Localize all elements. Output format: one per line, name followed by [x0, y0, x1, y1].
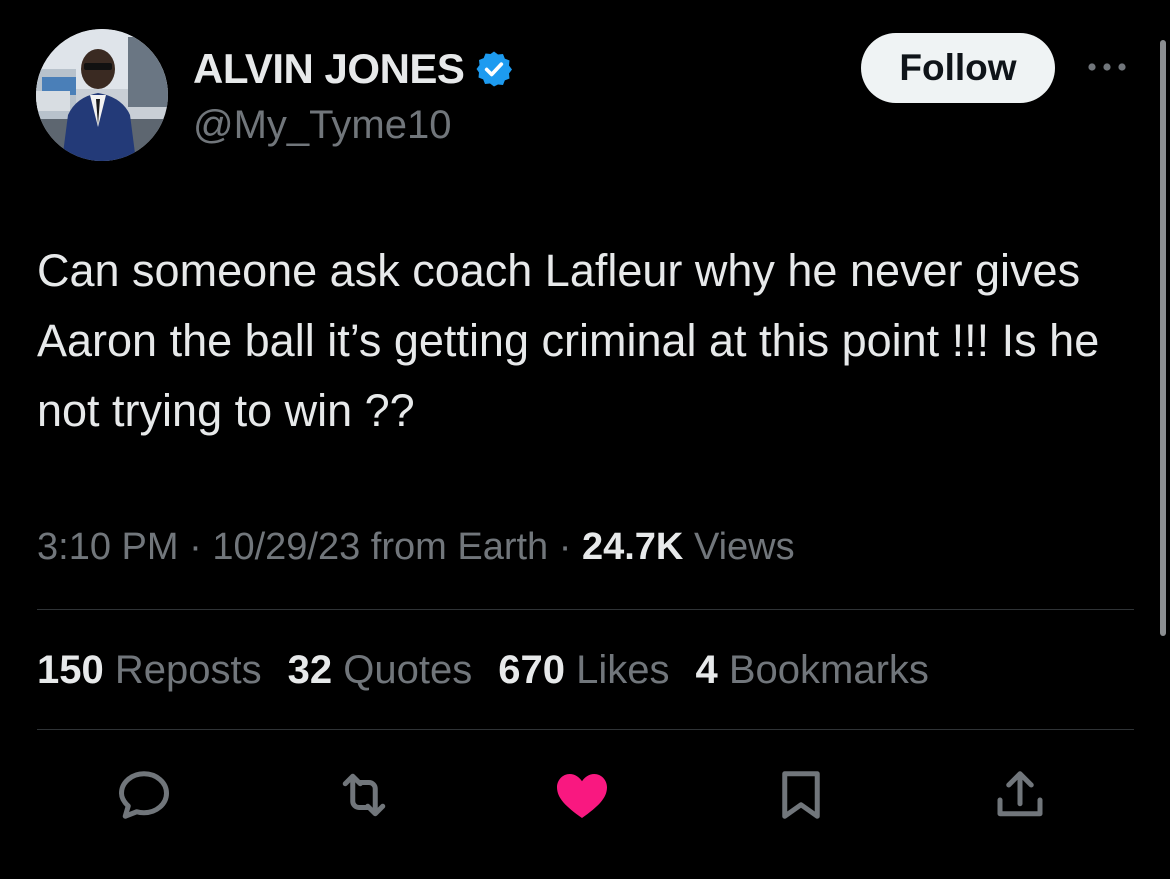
- engagement-stats: 150 Reposts 32 Quotes 670 Likes 4 Bookma…: [37, 643, 955, 697]
- like-icon: [557, 774, 607, 818]
- avatar[interactable]: [36, 29, 168, 161]
- meta-separator: ·: [189, 526, 202, 568]
- share-button[interactable]: [990, 765, 1050, 825]
- quotes-label: Quotes: [343, 648, 473, 692]
- tweet-source: from Earth: [370, 526, 549, 568]
- bookmark-icon: [782, 771, 820, 819]
- tweet-date[interactable]: 10/29/23: [212, 526, 360, 568]
- verified-badge-icon: [474, 49, 514, 89]
- likes-stat[interactable]: 670 Likes: [498, 643, 669, 697]
- views-label[interactable]: Views: [694, 526, 795, 568]
- author-handle[interactable]: @My_Tyme10: [193, 101, 451, 149]
- bookmark-button[interactable]: [771, 765, 831, 825]
- reposts-count: 150: [37, 648, 104, 692]
- reposts-label: Reposts: [114, 648, 262, 692]
- repost-button[interactable]: [334, 765, 394, 825]
- avatar-image: [36, 29, 168, 161]
- quotes-stat[interactable]: 32 Quotes: [288, 643, 473, 697]
- divider: [37, 729, 1134, 730]
- tweet-meta: 3:10 PM · 10/29/23 from Earth · 24.7K Vi…: [37, 521, 795, 573]
- bookmarks-count: 4: [695, 648, 718, 692]
- reposts-stat[interactable]: 150 Reposts: [37, 643, 262, 697]
- reply-icon: [119, 771, 169, 819]
- divider: [37, 609, 1134, 610]
- author-display-name[interactable]: ALVIN JONES: [193, 44, 465, 94]
- repost-icon: [342, 773, 386, 817]
- bookmarks-label: Bookmarks: [728, 648, 929, 692]
- author-name-row[interactable]: ALVIN JONES: [193, 44, 514, 94]
- views-count[interactable]: 24.7K: [582, 526, 683, 568]
- tweet-text: Can someone ask coach Lafleur why he nev…: [37, 245, 1100, 436]
- likes-label: Likes: [576, 648, 670, 692]
- more-options-icon[interactable]: [1084, 52, 1130, 82]
- scrollbar[interactable]: [1160, 40, 1166, 636]
- quotes-count: 32: [287, 648, 333, 692]
- like-button[interactable]: [552, 765, 612, 825]
- follow-button[interactable]: Follow: [861, 33, 1055, 103]
- likes-count: 670: [498, 648, 565, 692]
- share-icon: [997, 771, 1043, 817]
- meta-separator: ·: [558, 526, 572, 568]
- reply-button[interactable]: [114, 765, 174, 825]
- tweet-time[interactable]: 3:10 PM: [37, 526, 179, 568]
- bookmarks-stat[interactable]: 4 Bookmarks: [695, 643, 928, 697]
